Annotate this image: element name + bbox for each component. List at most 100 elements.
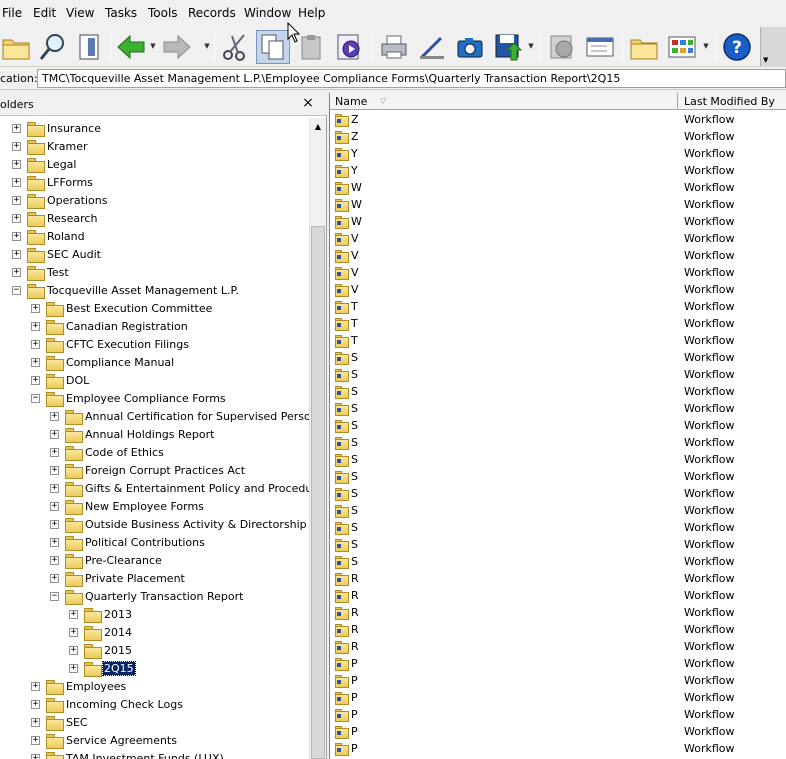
tree-folder-item[interactable]: + Code of Ethics [50,443,165,461]
tree-folder-item[interactable]: + Insurance [12,119,102,137]
list-item[interactable]: P Workflow [330,672,786,689]
menu-window[interactable]: Window [244,6,291,20]
tree-folder-item[interactable]: + Compliance Manual [31,353,175,371]
close-icon[interactable]: × [301,95,315,111]
list-item[interactable]: P Workflow [330,723,786,740]
scanner-icon[interactable] [415,30,449,64]
list-item[interactable]: S Workflow [330,400,786,417]
tree-folder-item[interactable]: +2015 [69,641,133,659]
collapse-icon[interactable]: − [12,285,21,295]
list-item[interactable]: W Workflow [330,196,786,213]
tree-folder-label[interactable]: Research [46,212,98,225]
document-view-icon[interactable] [72,30,106,64]
expand-icon[interactable]: + [31,699,40,709]
expand-icon[interactable]: + [31,753,40,759]
tree-folder-item[interactable]: + Incoming Check Logs [31,695,184,713]
list-item[interactable]: T Workflow [330,332,786,349]
list-item[interactable]: S Workflow [330,451,786,468]
expand-icon[interactable]: + [50,501,59,511]
tree-folder-label[interactable]: Employees [65,680,127,693]
tree-folder-label[interactable]: Compliance Manual [65,356,175,369]
tree-folder-item[interactable]: + DOL [31,371,90,389]
list-item[interactable]: Z Workflow [330,111,786,128]
expand-icon[interactable]: + [50,411,59,421]
list-item[interactable]: T Workflow [330,298,786,315]
collapse-icon[interactable]: − [50,591,59,601]
tree-folder-label[interactable]: TAM Investment Funds (LUX) [65,752,225,759]
list-item[interactable]: S Workflow [330,366,786,383]
tree-folder-item[interactable]: − Tocqueville Asset Management L.P. [12,281,240,299]
tree-folder-label[interactable]: Service Agreements [65,734,178,747]
list-item[interactable]: S Workflow [330,417,786,434]
expand-icon[interactable]: + [12,249,21,259]
tree-folder-label[interactable]: Legal [46,158,77,171]
tree-folder-label[interactable]: 2Q15 [102,660,136,676]
menu-records[interactable]: Records [188,6,236,20]
tree-folder-label[interactable]: CFTC Execution Filings [65,338,190,351]
tree-folder-item[interactable]: + LFForms [12,173,94,191]
list-item[interactable]: P Workflow [330,706,786,723]
tree-folder-label[interactable]: Private Placement [84,572,186,585]
folder-tree-scrollbar[interactable]: ▲ [309,118,326,759]
tree-folder-item[interactable]: − Quarterly Transaction Report [50,587,244,605]
tree-folder-label[interactable]: Outside Business Activity & Directorship [84,518,308,531]
camera-icon[interactable] [453,30,487,64]
list-item[interactable]: R Workflow [330,587,786,604]
list-item[interactable]: S Workflow [330,485,786,502]
expand-icon[interactable]: + [31,375,40,385]
tree-folder-label[interactable]: Code of Ethics [84,446,165,459]
properties-icon[interactable] [583,30,617,64]
tree-folder-label[interactable]: Foreign Corrupt Practices Act [84,464,246,477]
column-header-last-modified-by[interactable]: Last Modified By [679,93,786,110]
tree-folder-label[interactable]: New Employee Forms [84,500,205,513]
list-item[interactable]: Y Workflow [330,162,786,179]
expand-icon[interactable]: + [12,267,21,277]
tree-folder-label[interactable]: Annual Certification for Supervised Pers… [84,410,309,423]
tree-folder-item[interactable]: + Gifts & Entertainment Policy and Proced… [50,479,309,497]
list-item[interactable]: V Workflow [330,247,786,264]
expand-icon[interactable]: + [31,717,40,727]
tree-folder-item[interactable]: + TAM Investment Funds (LUX) [31,749,225,759]
forward-dropdown-icon[interactable]: ▼ [203,41,211,51]
forward-arrow-icon[interactable] [160,30,194,64]
tree-folder-item[interactable]: + Canadian Registration [31,317,189,335]
menu-tasks[interactable]: Tasks [105,6,137,20]
tree-folder-label[interactable]: Roland [46,230,86,243]
tree-folder-label[interactable]: Insurance [46,122,102,135]
list-item[interactable]: S Workflow [330,434,786,451]
tree-folder-item[interactable]: + Outside Business Activity & Directorshi… [50,515,308,533]
tree-folder-item[interactable]: + SEC Audit [12,245,102,263]
workflow-gear-icon[interactable] [332,30,366,64]
tree-folder-item[interactable]: + Pre-Clearance [50,551,163,569]
print-icon[interactable] [377,30,411,64]
tree-folder-label[interactable]: Test [46,266,70,279]
tree-folder-item[interactable]: + New Employee Forms [50,497,205,515]
tree-folder-label[interactable]: 2015 [103,644,133,657]
search-icon[interactable] [36,30,70,64]
back-dropdown-icon[interactable]: ▼ [149,41,157,51]
expand-icon[interactable]: + [50,483,59,493]
expand-icon[interactable]: + [50,519,59,529]
tree-folder-label[interactable]: Kramer [46,140,88,153]
expand-icon[interactable]: + [69,627,78,637]
expand-icon[interactable]: + [69,663,78,673]
overflow-dropdown-icon[interactable]: ▼ [763,56,773,64]
tree-folder-label[interactable]: Pre-Clearance [84,554,163,567]
list-item[interactable]: V Workflow [330,230,786,247]
expand-icon[interactable]: + [31,735,40,745]
scrollbar-thumb[interactable] [311,226,325,759]
expand-icon[interactable]: + [12,231,21,241]
menu-tools[interactable]: Tools [148,6,178,20]
tree-folder-item[interactable]: +2013 [69,605,133,623]
list-item[interactable]: S Workflow [330,468,786,485]
expand-icon[interactable]: + [50,537,59,547]
menu-file[interactable]: File [2,6,22,20]
tree-folder-label[interactable]: Best Execution Committee [65,302,213,315]
list-item[interactable]: S Workflow [330,536,786,553]
tree-folder-label[interactable]: SEC [65,716,89,729]
tree-folder-item[interactable]: + Operations [12,191,108,209]
tree-folder-item[interactable]: + Roland [12,227,86,245]
save-export-icon[interactable] [491,30,525,64]
list-item[interactable]: S Workflow [330,502,786,519]
expand-icon[interactable]: + [12,213,21,223]
